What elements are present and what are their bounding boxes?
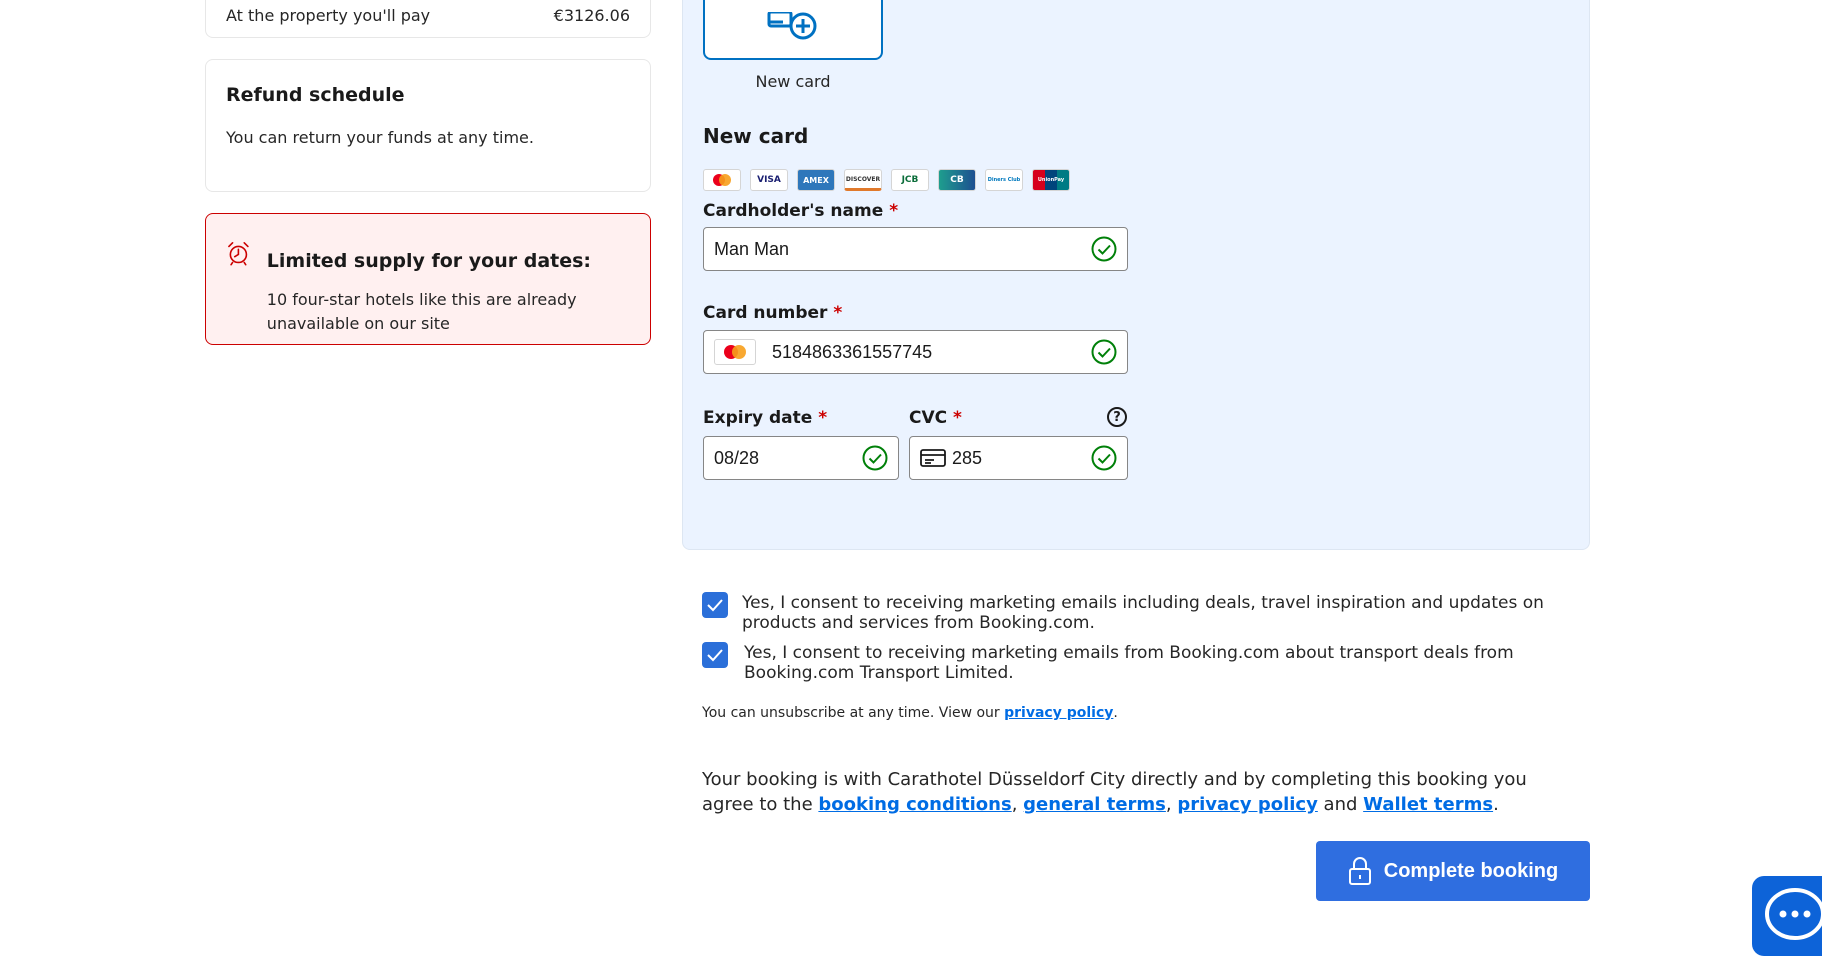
terms-privacy-policy-link[interactable]: privacy policy [1177,794,1317,815]
alarm-clock-icon [228,241,249,266]
limited-supply-alert: Limited supply for your dates: 10 four-s… [205,213,651,345]
diners-club-logo: Diners Club [985,169,1023,191]
chat-support-button[interactable] [1752,876,1822,956]
mastercard-icon [714,339,756,365]
checkmark-icon [707,649,723,662]
cardholder-name-label: Cardholder's name * [703,201,899,221]
cardholder-name-field[interactable]: Man Man [703,227,1128,271]
cvc-field[interactable]: 285 [909,436,1128,480]
consent-transport-text: Yes, I consent to receiving marketing em… [744,643,1514,683]
check-circle-icon [1091,445,1117,471]
limited-supply-title: Limited supply for your dates: [266,250,592,272]
cardholder-name-value: Man Man [714,238,790,259]
visa-logo: VISA [750,169,788,191]
complete-booking-button[interactable]: Complete booking [1316,841,1590,901]
new-card-section-title: New card [703,124,809,148]
card-number-label: Card number * [703,303,843,323]
cvc-help-icon[interactable]: ? [1107,407,1127,427]
booking-terms: Your booking is with Carathotel Düsseldo… [702,769,1527,815]
check-circle-icon [1091,339,1117,365]
privacy-policy-link[interactable]: privacy policy [1004,705,1113,721]
add-card-icon [767,12,817,40]
consent-marketing-text: Yes, I consent to receiving marketing em… [742,593,1544,633]
amex-logo: AMEX [797,169,835,191]
checkmark-icon [707,599,723,612]
general-terms-link[interactable]: general terms [1023,794,1166,815]
expiry-date-label: Expiry date * [703,408,828,428]
card-number-field[interactable]: 5184863361557745 [703,330,1128,374]
complete-booking-label: Complete booking [1383,859,1559,882]
expiry-date-field[interactable]: 08/28 [703,436,899,480]
card-number-value: 5184863361557745 [772,341,933,362]
mastercard-logo [703,169,741,191]
unsubscribe-note: You can unsubscribe at any time. View ou… [702,705,1118,721]
booking-conditions-link[interactable]: booking conditions [818,794,1011,815]
cvc-label: CVC * [909,408,962,428]
expiry-date-value: 08/28 [714,447,760,468]
wallet-terms-link[interactable]: Wallet terms [1363,794,1493,815]
consent-marketing-checkbox[interactable] [702,592,728,618]
lock-icon [1348,857,1371,885]
discover-logo: DISCOVER [844,169,882,191]
price-summary-row: At the property you'll pay €3126.06 [205,0,651,38]
cb-logo: CB [938,169,976,191]
jcb-logo: JCB [891,169,929,191]
card-logos: VISA AMEX DISCOVER JCB CB Diners Club Un… [703,169,1070,191]
chat-bubble-icon [1765,888,1822,940]
cvc-value: 285 [952,447,983,468]
limited-supply-text: 10 four-star hotels like this are alread… [266,290,577,333]
new-card-tile[interactable] [703,0,883,60]
unionpay-logo: UnionPay [1032,169,1070,191]
refund-schedule-text: You can return your funds at any time. [226,128,534,147]
check-circle-icon [1091,236,1117,262]
pay-at-property-amount: €3126.06 [553,6,630,25]
pay-at-property-label: At the property you'll pay [226,6,431,25]
card-back-icon [920,449,946,467]
check-circle-icon [862,445,888,471]
refund-schedule-title: Refund schedule [226,84,405,106]
new-card-tile-label: New card [755,72,831,91]
refund-schedule-card: Refund schedule You can return your fund… [205,59,651,192]
consent-transport-checkbox[interactable] [702,642,728,668]
